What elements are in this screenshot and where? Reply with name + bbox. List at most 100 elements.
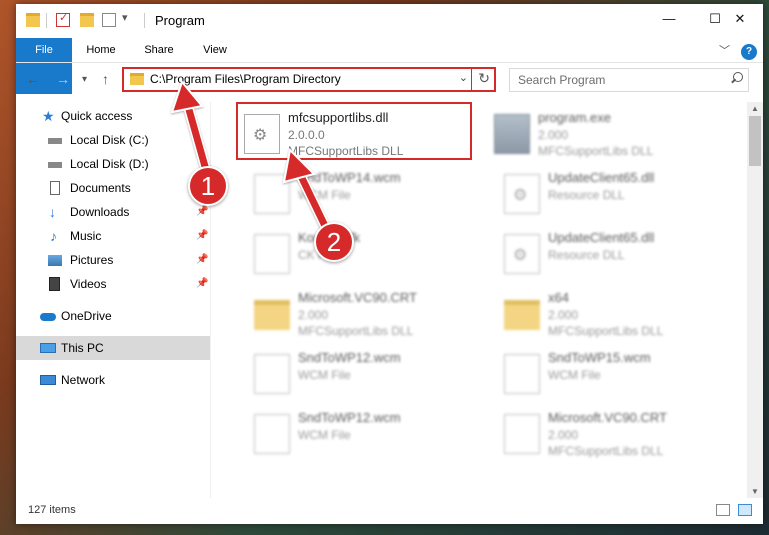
sidebar-item-quick-access[interactable]: ★ Quick access <box>16 104 210 128</box>
file-item[interactable]: Microsoft.VC90.CRT 2.000 MFCSupportLibs … <box>500 406 740 462</box>
step-one-badge: 1 <box>188 166 228 206</box>
file-name: Microsoft.VC90.CRT <box>548 410 667 425</box>
file-item[interactable]: SndToWP14.wcm WCM File <box>250 166 490 222</box>
file-item[interactable]: x64 2.000 MFCSupportLibs DLL <box>500 286 740 342</box>
vertical-scrollbar[interactable]: ▲ ▼ <box>747 102 763 498</box>
file-name: SndToWP12.wcm <box>298 410 401 425</box>
sidebar-item-network[interactable]: Network <box>16 368 210 392</box>
address-dropdown-icon[interactable]: ⌄ <box>459 71 468 84</box>
close-button[interactable]: ✕ <box>717 4 763 34</box>
folder-icon <box>254 300 290 330</box>
file-name: mfcsupportlibs.dll <box>288 110 389 125</box>
sidebar-item-downloads[interactable]: ↓ Downloads 📌 <box>16 200 210 224</box>
file-name: UpdateClient65.dll <box>548 230 655 245</box>
new-folder-icon[interactable] <box>80 13 94 27</box>
pin-icon[interactable]: 📌 <box>196 224 208 248</box>
file-description: MFCSupportLibs DLL <box>288 144 404 158</box>
file-type: WCM File <box>298 428 351 442</box>
navigation-pane: ★ Quick access Local Disk (C:) Local Dis… <box>16 102 210 498</box>
file-item[interactable]: Microsoft.VC90.CRT 2.000 MFCSupportLibs … <box>250 286 490 342</box>
folder-icon <box>26 13 40 27</box>
up-button[interactable]: ↑ <box>102 71 109 87</box>
drive-icon <box>48 138 62 144</box>
file-version: 2.000 <box>548 308 579 322</box>
file-item[interactable]: UpdateClient65.dll Resource DLL <box>500 226 740 282</box>
file-item-mfcsupportlibs[interactable]: mfcsupportlibs.dll 2.0.0.0 MFCSupportLib… <box>236 102 480 162</box>
sidebar-item-this-pc[interactable]: This PC <box>16 336 210 360</box>
item-count: 127 items <box>28 504 76 516</box>
dll-gear-icon <box>504 174 540 214</box>
customize-qat-icon[interactable] <box>102 13 116 27</box>
refresh-icon[interactable]: ↻ <box>478 70 490 87</box>
file-name: program.exe <box>538 110 611 125</box>
back-button[interactable]: ← <box>26 71 40 87</box>
ribbon-divider <box>16 62 763 63</box>
status-bar: 127 items <box>16 498 763 524</box>
scroll-thumb[interactable] <box>749 116 761 166</box>
sidebar-item-label: Videos <box>70 277 107 291</box>
navigation-bar: ← → ▾ ↑ C:\Program Files\Program Directo… <box>16 66 763 94</box>
title-separator <box>46 13 47 28</box>
sidebar-item-music[interactable]: ♪ Music 📌 <box>16 224 210 248</box>
window-title: Program <box>155 13 205 28</box>
file-name: x64 <box>548 290 569 305</box>
file-item[interactable]: SndToWP12.wcm WCM File <box>250 406 490 462</box>
file-type: WCM File <box>548 368 601 382</box>
exe-icon <box>494 114 530 154</box>
file-icon <box>254 234 290 274</box>
search-icon[interactable] <box>730 72 743 84</box>
sidebar-item-pictures[interactable]: Pictures 📌 <box>16 248 210 272</box>
file-description: MFCSupportLibs DLL <box>298 324 414 338</box>
pin-icon[interactable]: 📌 <box>196 248 208 272</box>
file-version: 2.000 <box>538 128 569 142</box>
recent-locations-button[interactable]: ▾ <box>82 74 87 85</box>
dll-gear-icon <box>504 234 540 274</box>
title-bar: ▾ Program — ☐ ✕ <box>16 4 763 36</box>
address-path[interactable]: C:\Program Files\Program Directory <box>150 72 341 86</box>
minimize-button[interactable]: — <box>646 4 692 34</box>
tab-home[interactable]: Home <box>78 38 124 62</box>
address-bar[interactable]: C:\Program Files\Program Directory ⌄ ↻ <box>122 67 496 92</box>
forward-button[interactable]: → <box>56 71 70 87</box>
file-icon <box>254 174 290 214</box>
search-input[interactable]: Search Program <box>518 73 605 87</box>
pin-icon[interactable]: 📌 <box>196 272 208 296</box>
search-box[interactable]: Search Program <box>509 68 749 92</box>
explorer-window: ▾ Program — ☐ ✕ File Home Share View ﹀ ?… <box>16 4 763 524</box>
file-item[interactable]: program.exe 2.000 MFCSupportLibs DLL <box>490 106 730 162</box>
sidebar-item-local-disk-d[interactable]: Local Disk (D:) <box>16 152 210 176</box>
file-icon <box>504 354 540 394</box>
sidebar-item-label: Downloads <box>70 205 130 219</box>
sidebar-item-label: Network <box>61 373 106 387</box>
file-description: MFCSupportLibs DLL <box>548 324 664 338</box>
file-item[interactable]: SndToWP15.wcm WCM File <box>500 346 740 402</box>
file-item[interactable]: SndToWP12.wcm WCM File <box>250 346 490 402</box>
ribbon-tabs: File Home Share View ﹀ ? <box>16 38 763 94</box>
pane-divider[interactable] <box>210 102 211 498</box>
scroll-down-icon[interactable]: ▼ <box>751 487 759 496</box>
file-description: MFCSupportLibs DLL <box>538 144 654 158</box>
address-separator <box>471 69 472 90</box>
sidebar-item-documents[interactable]: Documents <box>16 176 210 200</box>
properties-icon[interactable] <box>56 11 70 27</box>
help-icon[interactable]: ? <box>741 44 757 60</box>
tab-share[interactable]: Share <box>136 38 182 62</box>
tab-view[interactable]: View <box>192 38 238 62</box>
folder-icon <box>130 73 144 85</box>
expand-ribbon-icon[interactable]: ﹀ <box>719 45 730 57</box>
sidebar-item-label: OneDrive <box>61 309 112 323</box>
sidebar-item-local-disk-c[interactable]: Local Disk (C:) <box>16 128 210 152</box>
network-icon <box>40 375 56 385</box>
file-item[interactable]: Korean.cfk CK File <box>250 226 490 282</box>
sidebar-item-videos[interactable]: Videos 📌 <box>16 272 210 296</box>
scroll-up-icon[interactable]: ▲ <box>751 104 759 113</box>
download-arrow-icon: ↓ <box>49 204 56 220</box>
sidebar-item-label: Local Disk (C:) <box>70 133 149 147</box>
details-view-icon[interactable] <box>716 504 730 516</box>
file-item[interactable]: UpdateClient65.dll Resource DLL <box>500 166 740 222</box>
tiles-view-icon[interactable] <box>738 504 752 516</box>
sidebar-item-onedrive[interactable]: OneDrive <box>16 304 210 328</box>
file-icon <box>254 414 290 454</box>
qat-dropdown-icon[interactable]: ▾ <box>122 11 136 25</box>
sidebar-item-label: Pictures <box>70 253 114 267</box>
